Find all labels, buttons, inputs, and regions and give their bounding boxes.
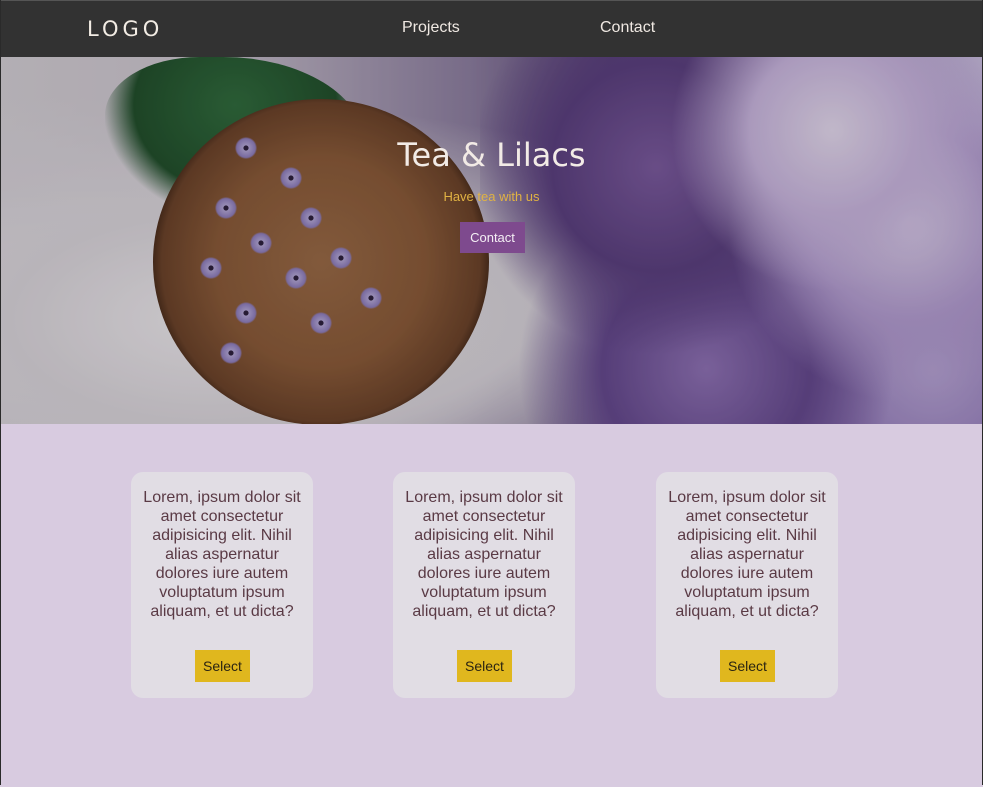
hero-banner: Tea & Lilacs Have tea with us Contact xyxy=(0,57,983,424)
select-button[interactable]: Select xyxy=(195,650,250,682)
card-text: Lorem, ipsum dolor sit amet consectetur … xyxy=(143,489,301,620)
hero-title: Tea & Lilacs xyxy=(397,136,586,174)
top-navbar: LOGO Projects Contact xyxy=(0,0,983,57)
select-button[interactable]: Select xyxy=(457,650,512,682)
card-text: Lorem, ipsum dolor sit amet consectetur … xyxy=(405,489,563,620)
card-text: Lorem, ipsum dolor sit amet consectetur … xyxy=(668,489,826,620)
feature-card: Lorem, ipsum dolor sit amet consectetur … xyxy=(393,472,575,698)
hero-subtitle: Have tea with us xyxy=(443,189,540,204)
hero-contact-button[interactable]: Contact xyxy=(460,222,525,253)
select-button[interactable]: Select xyxy=(720,650,775,682)
nav-link-contact[interactable]: Contact xyxy=(600,19,655,37)
site-logo[interactable]: LOGO xyxy=(87,17,163,41)
feature-card: Lorem, ipsum dolor sit amet consectetur … xyxy=(656,472,838,698)
feature-card: Lorem, ipsum dolor sit amet consectetur … xyxy=(131,472,313,698)
nav-link-projects[interactable]: Projects xyxy=(402,19,460,37)
